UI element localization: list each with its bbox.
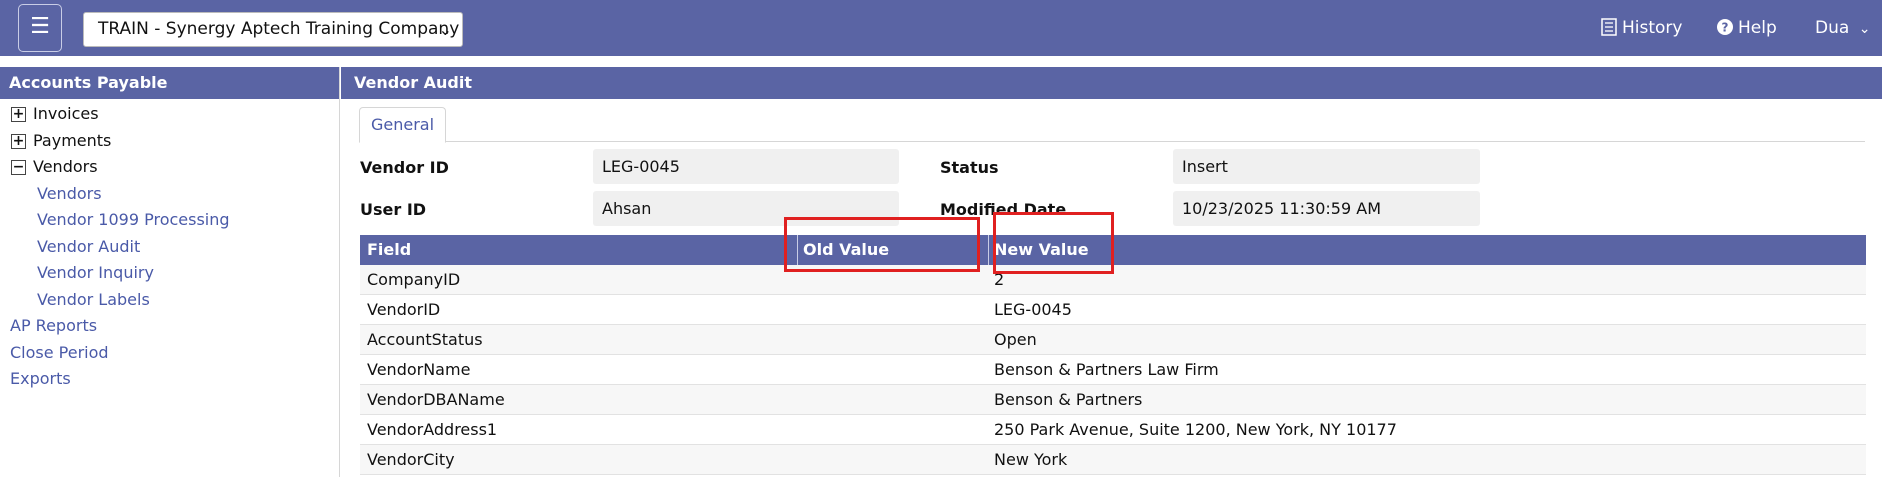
chevron-down-icon: ⌄ bbox=[1858, 21, 1871, 37]
svg-text:?: ? bbox=[1722, 21, 1729, 35]
history-link[interactable]: History bbox=[1600, 16, 1682, 40]
cell-new-value: Open bbox=[994, 330, 1037, 349]
help-icon: ? bbox=[1717, 19, 1733, 35]
company-select[interactable]: TRAIN - Synergy Aptech Training Company … bbox=[83, 12, 463, 47]
history-label: History bbox=[1622, 18, 1683, 38]
sidebar-item-close-period[interactable]: Close Period bbox=[0, 340, 339, 367]
column-header-field[interactable]: Field bbox=[367, 235, 411, 265]
status-field: Insert bbox=[1173, 149, 1480, 184]
table-row[interactable]: VendorCity New York bbox=[360, 445, 1866, 475]
sidebar-item-label: Invoices bbox=[33, 104, 99, 123]
table-row[interactable]: CompanyID 2 bbox=[360, 265, 1866, 295]
table-row[interactable]: VendorDBAName Benson & Partners bbox=[360, 385, 1866, 415]
cell-field: VendorName bbox=[367, 360, 471, 379]
cell-new-value: New York bbox=[994, 450, 1068, 469]
hamburger-menu-button[interactable]: ☰ bbox=[18, 4, 62, 52]
table-body: CompanyID 2 VendorID LEG-0045 AccountSta… bbox=[360, 265, 1866, 475]
table-header: Field Old Value New Value bbox=[360, 235, 1866, 265]
history-icon bbox=[1601, 18, 1617, 36]
expand-icon[interactable]: + bbox=[11, 107, 26, 122]
table-row[interactable]: VendorName Benson & Partners Law Firm bbox=[360, 355, 1866, 385]
sidebar-item-vendor-1099[interactable]: Vendor 1099 Processing bbox=[0, 207, 339, 234]
column-header-new-value[interactable]: New Value bbox=[988, 235, 1089, 265]
collapse-icon[interactable]: − bbox=[11, 160, 26, 175]
user-id-label: User ID bbox=[360, 200, 427, 219]
table-row[interactable]: VendorID LEG-0045 bbox=[360, 295, 1866, 325]
hamburger-menu-icon: ☰ bbox=[30, 14, 50, 39]
cell-field: CompanyID bbox=[367, 270, 461, 289]
modified-date-label: Modified Date bbox=[940, 200, 1067, 219]
cell-field: AccountStatus bbox=[367, 330, 483, 349]
cell-field: VendorDBAName bbox=[367, 390, 505, 409]
sidebar-item-invoices[interactable]: + Invoices bbox=[0, 101, 339, 128]
user-menu[interactable]: Dua ⌄ bbox=[1815, 16, 1870, 40]
cell-new-value: 2 bbox=[994, 270, 1005, 289]
help-label: Help bbox=[1738, 18, 1777, 38]
table-row[interactable]: AccountStatus Open bbox=[360, 325, 1866, 355]
sidebar-item-ap-reports[interactable]: AP Reports bbox=[0, 313, 339, 340]
vendor-id-label: Vendor ID bbox=[360, 158, 449, 177]
table-row[interactable]: VendorAddress1 250 Park Avenue, Suite 12… bbox=[360, 415, 1866, 445]
cell-new-value: Benson & Partners Law Firm bbox=[994, 360, 1219, 379]
cell-field: VendorAddress1 bbox=[367, 420, 498, 439]
modified-date-field: 10/23/2025 11:30:59 AM bbox=[1173, 191, 1480, 226]
user-name: Dua bbox=[1815, 18, 1850, 38]
sidebar-item-vendors[interactable]: − Vendors bbox=[0, 154, 339, 181]
tab-general[interactable]: General bbox=[359, 107, 446, 143]
vendor-id-field: LEG-0045 bbox=[593, 149, 899, 184]
cell-field: VendorID bbox=[367, 300, 441, 319]
cell-new-value: Benson & Partners bbox=[994, 390, 1143, 409]
cell-new-value: LEG-0045 bbox=[994, 300, 1072, 319]
sidebar-item-vendor-labels[interactable]: Vendor Labels bbox=[0, 287, 339, 314]
main-panel: Vendor Audit General Vendor ID LEG-0045 … bbox=[341, 67, 1882, 477]
sidebar-item-label: Payments bbox=[33, 130, 112, 150]
page-title: Vendor Audit bbox=[341, 67, 1882, 99]
cell-new-value: 250 Park Avenue, Suite 1200, New York, N… bbox=[994, 420, 1397, 439]
sidebar-item-vendor-inquiry[interactable]: Vendor Inquiry bbox=[0, 260, 339, 287]
column-header-old-value[interactable]: Old Value bbox=[797, 235, 987, 265]
sidebar: Accounts Payable + Invoices + Payments −… bbox=[0, 67, 340, 477]
sidebar-item-payments[interactable]: + Payments bbox=[0, 128, 339, 155]
cell-field: VendorCity bbox=[367, 450, 455, 469]
status-label: Status bbox=[940, 158, 999, 177]
sidebar-title: Accounts Payable bbox=[0, 67, 339, 99]
user-id-field: Ahsan bbox=[593, 191, 899, 226]
tab-bar: General bbox=[359, 107, 1865, 143]
help-link[interactable]: ? Help bbox=[1716, 16, 1777, 40]
top-bar: ☰ TRAIN - Synergy Aptech Training Compan… bbox=[0, 0, 1882, 56]
chevron-down-icon: ⌄ bbox=[438, 20, 452, 39]
sidebar-item-label: Vendors bbox=[33, 157, 98, 176]
sidebar-item-vendor-audit[interactable]: Vendor Audit bbox=[0, 234, 339, 261]
sidebar-item-vendors-list[interactable]: Vendors bbox=[0, 181, 339, 208]
sidebar-item-exports[interactable]: Exports bbox=[0, 366, 339, 393]
audit-table: Field Old Value New Value CompanyID 2 Ve… bbox=[360, 235, 1866, 475]
expand-icon[interactable]: + bbox=[11, 133, 26, 149]
company-select-value: TRAIN - Synergy Aptech Training Company bbox=[98, 19, 460, 39]
